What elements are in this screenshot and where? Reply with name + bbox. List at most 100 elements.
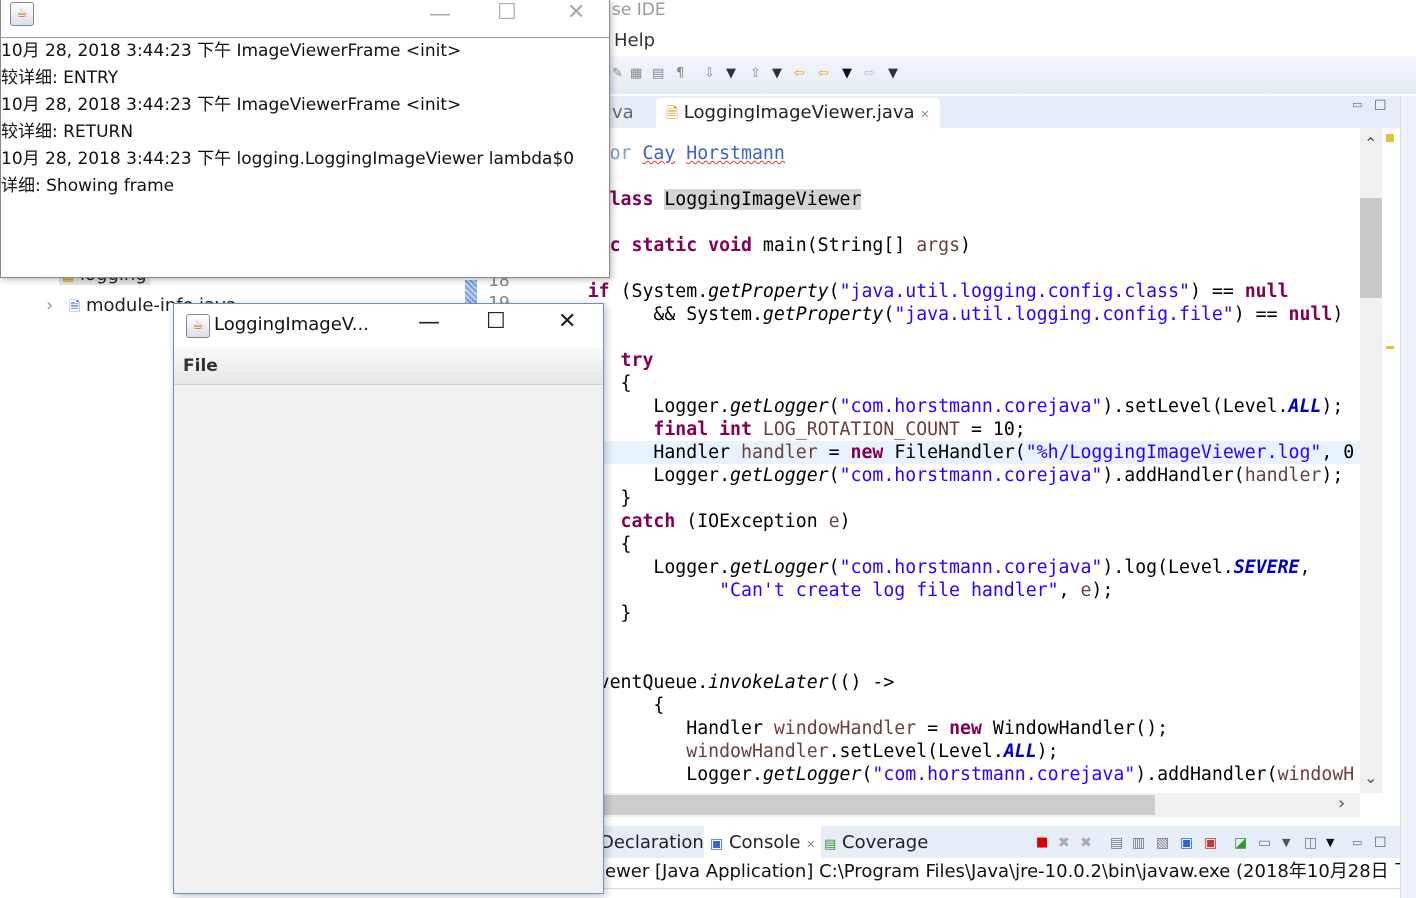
code-token: e — [828, 511, 840, 532]
warning-marker[interactable] — [1386, 134, 1394, 142]
code-token: SEVERE — [1233, 557, 1300, 578]
code-token: "com.horstmann.corejava" — [839, 396, 1103, 417]
tab-declaration[interactable]: Declaration — [600, 826, 704, 860]
console-tab-bar: Declaration ▣ Console ✕ ▤ Coverage ■ ✖ ✖… — [600, 826, 1400, 862]
maximize-button[interactable]: ☐ — [486, 309, 506, 334]
scroll-lock-icon[interactable]: ▥ — [1132, 826, 1145, 860]
code-token: = — [916, 718, 950, 739]
minimize-button[interactable]: — — [429, 2, 451, 27]
code-token: getLogger — [730, 557, 829, 578]
code-token: ); — [1091, 580, 1114, 601]
tab-console[interactable]: ▣ Console ✕ — [704, 826, 822, 862]
code-token: ).addHandler( — [1135, 764, 1278, 785]
chevron-down-icon[interactable]: ▼ — [1326, 826, 1334, 860]
chevron-down-icon[interactable]: ▼ — [726, 66, 736, 81]
tab-previous-file[interactable]: va — [612, 98, 634, 128]
code-token: ALL — [1003, 741, 1037, 762]
maximize-button[interactable]: ☐ — [497, 0, 517, 25]
code-token: , 0 — [1321, 442, 1355, 463]
chevron-down-icon[interactable]: ▼ — [842, 66, 852, 81]
back-icon[interactable]: ⇦ — [818, 66, 829, 81]
java-icon: ☕ — [186, 314, 210, 338]
code-token: LoggingImageViewer — [664, 189, 862, 210]
close-button[interactable]: ✕ — [558, 309, 576, 334]
minimize-icon[interactable]: ▭ — [1352, 826, 1362, 860]
code-token: windowHandler — [773, 718, 917, 739]
console-launch-description: iewer [Java Application] C:\Program File… — [600, 858, 1400, 889]
pin-console-icon[interactable]: ◪ — [1234, 826, 1247, 860]
terminate-icon[interactable]: ■ — [1036, 826, 1048, 860]
close-icon[interactable]: ✕ — [920, 108, 929, 121]
code-token: ); — [1321, 465, 1344, 486]
code-token: ( — [828, 281, 840, 302]
log-text-area[interactable]: 10月 28, 2018 3:44:23 下午 ImageViewerFrame… — [1, 38, 609, 200]
next-annotation-icon[interactable]: ⇩ — [704, 66, 715, 81]
new-console-icon[interactable]: ◫ — [1304, 826, 1317, 860]
chevron-down-icon[interactable]: ▼ — [772, 66, 782, 81]
code-token: ) — [1332, 304, 1344, 325]
minimize-icon[interactable]: ▭ — [1352, 98, 1362, 111]
menu-help[interactable]: Help — [614, 30, 655, 51]
show-on-stderr-icon[interactable]: ▣ — [1204, 826, 1217, 860]
close-button[interactable]: ✕ — [567, 0, 585, 25]
code-token: ( — [828, 396, 840, 417]
occurrence-marker[interactable] — [1386, 346, 1394, 349]
image-viewer-titlebar[interactable]: ☕ LoggingImageV... — ☐ ✕ — [174, 304, 603, 348]
minimize-button[interactable]: — — [418, 310, 440, 335]
scrollbar-thumb[interactable] — [1360, 198, 1382, 298]
show-on-stdout-icon[interactable]: ▣ — [1180, 826, 1193, 860]
close-icon[interactable]: ✕ — [806, 838, 815, 851]
code-token: .setLevel(Level. — [828, 741, 1004, 762]
tab-coverage[interactable]: ▤ Coverage — [824, 826, 928, 862]
scrollbar-thumb[interactable] — [600, 795, 1155, 815]
code-token: "com.horstmann.corejava" — [839, 557, 1103, 578]
code-token: getProperty — [762, 304, 884, 325]
code-line: if (System.getProperty("java.util.loggin… — [522, 280, 1289, 303]
log-window-titlebar[interactable]: ☕ — ☐ ✕ — [1, 0, 609, 38]
code-token: , — [1058, 580, 1081, 601]
display-console-icon[interactable]: ▭ — [1258, 826, 1271, 860]
code-token: handler — [1244, 465, 1322, 486]
chevron-down-icon[interactable]: ▼ — [888, 66, 898, 81]
word-wrap-icon[interactable]: ▧ — [1156, 826, 1169, 860]
horizontal-scrollbar[interactable]: › — [600, 793, 1360, 817]
prev-annotation-icon[interactable]: ⇧ — [750, 66, 761, 81]
tab-logging-image-viewer[interactable]: 🗎 LoggingImageViewer.java ✕ — [656, 98, 940, 128]
code-token: windowH — [1277, 764, 1355, 785]
block-selection-icon[interactable]: ▦ — [630, 66, 642, 81]
chevron-right-icon[interactable]: › — [46, 295, 53, 316]
code-line: Logger.getLogger("com.horstmann.corejava… — [522, 395, 1343, 418]
maximize-icon[interactable]: ☐ — [1374, 826, 1387, 860]
code-token: invokeLater — [708, 672, 829, 693]
code-token: "%h/LoggingImageViewer.log" — [1025, 442, 1322, 463]
maximize-icon[interactable]: ☐ — [1374, 98, 1387, 114]
code-token: ); — [1321, 396, 1344, 417]
log-window: ☕ — ☐ ✕ 10月 28, 2018 3:44:23 下午 ImageVie… — [0, 0, 610, 278]
remove-all-icon[interactable]: ✖ — [1080, 826, 1092, 860]
pilcrow-icon[interactable]: ¶ — [676, 66, 684, 81]
scroll-up-icon[interactable]: ⌃ — [1364, 134, 1377, 153]
menu-file[interactable]: File — [174, 348, 603, 385]
java-icon: ☕ — [10, 2, 34, 26]
scroll-down-icon[interactable]: ⌄ — [1364, 768, 1377, 787]
last-edit-icon[interactable]: ⇦ — [794, 66, 805, 81]
clear-console-icon[interactable]: ▤ — [1110, 826, 1123, 860]
code-token: , — [1299, 557, 1311, 578]
code-token: handler — [741, 442, 818, 463]
code-token: main(String[] — [762, 235, 917, 256]
eclipse-window-title: se IDE — [612, 0, 666, 20]
vertical-scrollbar[interactable]: ⌃ ⌄ — [1360, 128, 1382, 793]
right-side-panel — [1400, 96, 1416, 898]
code-token: ); — [1036, 741, 1059, 762]
tab-label: Coverage — [842, 832, 929, 853]
toggle-mark-icon[interactable]: ✎ — [612, 66, 623, 81]
code-token: e — [1080, 580, 1092, 601]
scroll-right-icon[interactable]: › — [1338, 793, 1345, 814]
remove-launch-icon[interactable]: ✖ — [1058, 826, 1070, 860]
code-line: && System.getProperty("java.util.logging… — [522, 303, 1343, 326]
show-whitespace-icon[interactable]: ▤ — [652, 66, 664, 81]
forward-icon[interactable]: ⇨ — [864, 66, 875, 81]
code-token: (() -> — [828, 672, 895, 693]
chevron-down-icon[interactable]: ▼ — [1282, 826, 1290, 860]
